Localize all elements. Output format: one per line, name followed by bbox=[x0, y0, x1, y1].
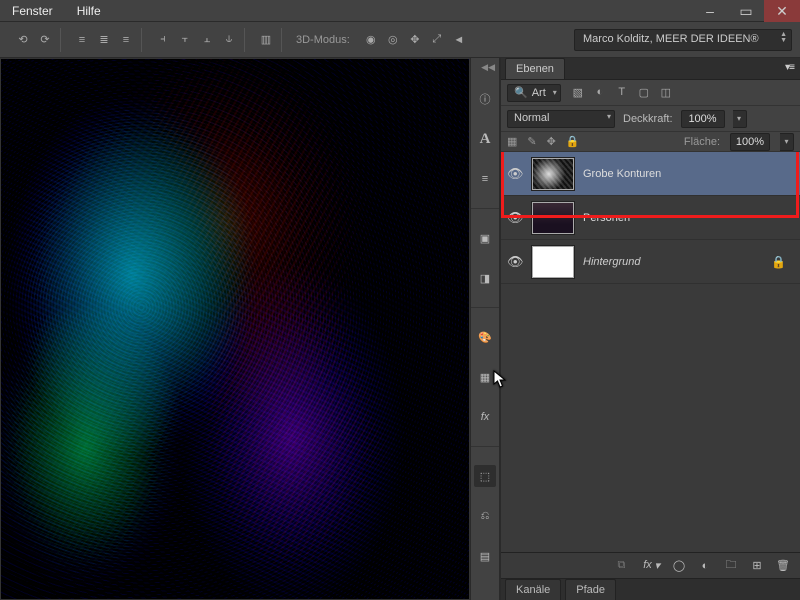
filter-smart-icon[interactable]: ◫ bbox=[659, 86, 673, 99]
dropdown-arrows-icon: ▲▼ bbox=[780, 32, 787, 44]
layer-row-hintergrund[interactable]: 👁 Hintergrund 🔒 bbox=[501, 240, 800, 284]
fx-button[interactable]: fx▾ bbox=[640, 559, 660, 572]
opacity-dropdown-button[interactable]: ▾ bbox=[733, 110, 747, 128]
add-mask-icon[interactable]: ◯ bbox=[672, 559, 686, 572]
properties-panel-icon[interactable]: ⎌ bbox=[474, 505, 496, 527]
align-left-icon[interactable]: ≡ bbox=[73, 31, 91, 49]
3d-roll-icon[interactable]: ◎ bbox=[384, 31, 402, 49]
history-panel-icon[interactable]: ⓘ bbox=[474, 88, 496, 110]
lock-row: ▦ ✎ ✥ 🔒 Fläche: 100% ▾ bbox=[501, 132, 800, 152]
tab-pfade[interactable]: Pfade bbox=[565, 579, 616, 600]
blend-row: Normal ▾ Deckkraft: 100% ▾ bbox=[501, 106, 800, 132]
filter-adjust-icon[interactable]: ◐ bbox=[593, 86, 607, 99]
3d-slide-icon[interactable]: ⤢ bbox=[428, 31, 446, 49]
window-controls: – ▭ ✕ bbox=[692, 0, 800, 22]
blend-mode-value: Normal bbox=[514, 112, 549, 124]
visibility-toggle-icon[interactable]: 👁 bbox=[507, 166, 523, 182]
layers-panel-icon[interactable]: ▤ bbox=[474, 545, 496, 567]
dock-collapse-icon[interactable]: ◀◀ bbox=[481, 62, 495, 73]
auto-align-icon[interactable]: ▥ bbox=[257, 31, 275, 49]
navigator-panel-icon[interactable]: ▣ bbox=[474, 227, 496, 249]
adjustment-layer-icon[interactable]: ◐ bbox=[698, 560, 712, 572]
delete-layer-icon[interactable]: 🗑 bbox=[776, 559, 790, 572]
visibility-toggle-icon[interactable]: 👁 bbox=[507, 210, 523, 226]
workspace-label: Marco Kolditz, MEER DER IDEEN® bbox=[583, 33, 759, 45]
opacity-label: Deckkraft: bbox=[623, 113, 673, 125]
chevron-down-icon: ▾ bbox=[553, 88, 557, 97]
opacity-field[interactable]: 100% bbox=[681, 110, 725, 128]
3d-orbit-icon[interactable]: ◉ bbox=[362, 31, 380, 49]
filter-type-icon[interactable]: T bbox=[615, 86, 629, 99]
distribute-h-icon[interactable]: ⫞ bbox=[154, 31, 172, 49]
panel-dock: ◀◀ ⓘ A ≡ ▣ ◨ 🎨 ▦ fx ⬚ ⎌ ▤ bbox=[470, 58, 500, 600]
panel-menu-icon[interactable]: ▾≡ bbox=[785, 62, 794, 73]
minimize-button[interactable]: – bbox=[692, 0, 728, 22]
menubar: Fenster Hilfe bbox=[0, 0, 800, 22]
fill-dropdown-button[interactable]: ▾ bbox=[780, 133, 794, 151]
layers-panel-footer: ⧉ fx▾ ◯ ◐ 🗀 ⊞ 🗑 bbox=[501, 552, 800, 578]
lock-all-icon[interactable]: 🔒 bbox=[566, 135, 580, 148]
swatches-panel-icon[interactable]: 🎨 bbox=[474, 326, 496, 348]
3d-mode-label: 3D-Modus: bbox=[296, 34, 350, 46]
menu-hilfe[interactable]: Hilfe bbox=[77, 4, 101, 18]
new-layer-icon[interactable]: ⊞ bbox=[750, 559, 764, 572]
visibility-toggle-icon[interactable]: 👁 bbox=[507, 254, 523, 270]
fill-label: Fläche: bbox=[684, 136, 720, 148]
color-panel-icon[interactable]: ▦ bbox=[474, 366, 496, 388]
options-bar: ⟲ ⟳ ≡ ≣ ≡ ⫞ ⫟ ⫠ ⫝ ▥ 3D-Modus: ◉ ◎ ✥ ⤢ ◄ … bbox=[0, 22, 800, 58]
character-panel-icon[interactable]: A bbox=[474, 128, 496, 150]
3d-pan-icon[interactable]: ✥ bbox=[406, 31, 424, 49]
document-canvas[interactable] bbox=[0, 58, 470, 600]
link-layers-icon[interactable]: ⧉ bbox=[614, 559, 628, 572]
refresh-icon[interactable]: ⟳ bbox=[36, 31, 54, 49]
workspace-selector[interactable]: Marco Kolditz, MEER DER IDEEN® ▲▼ bbox=[574, 29, 792, 51]
layer-list: 👁 Grobe Konturen 👁 Personen 👁 Hintergrun… bbox=[501, 152, 800, 552]
lock-pixels-icon[interactable]: ✎ bbox=[527, 135, 536, 148]
distribute-m-icon[interactable]: ⫟ bbox=[176, 31, 194, 49]
histogram-panel-icon[interactable]: ◨ bbox=[474, 267, 496, 289]
3d-scale-icon[interactable]: ◄ bbox=[450, 31, 468, 49]
layer-filter-row: 🔍 Art ▾ ▧ ◐ T ▢ ◫ bbox=[501, 80, 800, 106]
paragraph-panel-icon[interactable]: ≡ bbox=[474, 168, 496, 190]
align-right-icon[interactable]: ≡ bbox=[117, 31, 135, 49]
layer-row-grobe-konturen[interactable]: 👁 Grobe Konturen bbox=[501, 152, 800, 196]
layers-panel: ◀◀ Ebenen ▾≡ 🔍 Art ▾ ▧ ◐ T ▢ ◫ bbox=[500, 58, 800, 600]
distribute-v-icon[interactable]: ⫠ bbox=[198, 31, 216, 49]
layer-name[interactable]: Personen bbox=[583, 212, 630, 224]
maximize-button[interactable]: ▭ bbox=[728, 0, 764, 22]
menu-fenster[interactable]: Fenster bbox=[12, 4, 53, 18]
blend-mode-select[interactable]: Normal ▾ bbox=[507, 110, 615, 128]
adjustments-panel-icon[interactable]: ⬚ bbox=[474, 465, 496, 487]
fill-field[interactable]: 100% bbox=[730, 133, 770, 151]
close-window-button[interactable]: ✕ bbox=[764, 0, 800, 22]
align-center-icon[interactable]: ≣ bbox=[95, 31, 113, 49]
layer-row-personen[interactable]: 👁 Personen bbox=[501, 196, 800, 240]
layer-thumbnail[interactable] bbox=[531, 157, 575, 191]
styles-panel-icon[interactable]: fx bbox=[474, 406, 496, 428]
tab-ebenen[interactable]: Ebenen bbox=[505, 58, 565, 79]
tab-kanaele[interactable]: Kanäle bbox=[505, 579, 561, 600]
filter-kind-label: Art bbox=[532, 87, 546, 99]
filter-shape-icon[interactable]: ▢ bbox=[637, 86, 651, 99]
filter-pixel-icon[interactable]: ▧ bbox=[571, 86, 585, 99]
layer-thumbnail[interactable] bbox=[531, 201, 575, 235]
search-icon: 🔍 bbox=[514, 86, 528, 99]
lock-transparent-icon[interactable]: ▦ bbox=[507, 135, 517, 148]
chevron-down-icon: ▾ bbox=[607, 112, 611, 121]
cycle-widget-icon[interactable]: ⟲ bbox=[14, 31, 32, 49]
lock-icon: 🔒 bbox=[771, 255, 794, 269]
new-group-icon[interactable]: 🗀 bbox=[724, 556, 738, 575]
lock-position-icon[interactable]: ✥ bbox=[547, 135, 556, 148]
layer-name[interactable]: Grobe Konturen bbox=[583, 168, 661, 180]
filter-kind-select[interactable]: 🔍 Art ▾ bbox=[507, 84, 561, 102]
layer-name[interactable]: Hintergrund bbox=[583, 256, 640, 268]
distribute-x-icon[interactable]: ⫝ bbox=[220, 31, 238, 49]
layer-thumbnail[interactable] bbox=[531, 245, 575, 279]
